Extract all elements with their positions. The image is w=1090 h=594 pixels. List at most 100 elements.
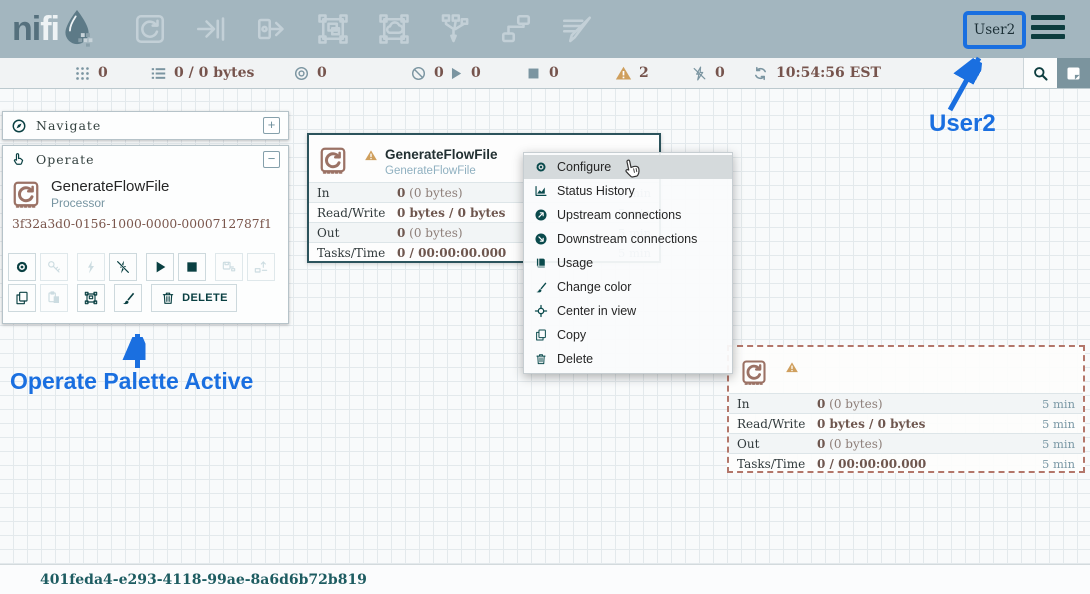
stopped-icon xyxy=(525,65,542,82)
user2-annotation-arrow xyxy=(940,48,990,114)
hand-icon xyxy=(11,152,27,168)
template-component-button[interactable] xyxy=(498,11,534,47)
palette-paste-button xyxy=(40,284,68,312)
status-item-stopped: 0 xyxy=(525,58,559,88)
processor-type: GenerateFlowFile xyxy=(385,165,476,177)
user2-annotation: User2 xyxy=(929,110,996,138)
logo-text-fi: fi xyxy=(40,8,59,50)
funnel-component-button[interactable] xyxy=(437,11,473,47)
active-threads-icon xyxy=(74,65,91,82)
menu-item-usage[interactable]: Usage xyxy=(524,251,732,275)
current-user-button[interactable]: User2 xyxy=(963,11,1026,49)
menu-item-downstream-connections[interactable]: Downstream connections xyxy=(524,227,732,251)
logo-text-ni: ni xyxy=(12,8,40,50)
processor-ghost[interactable]: In0 (0 bytes)5 min Read/Write0 bytes / 0 … xyxy=(727,345,1085,473)
status-item-running: 0 xyxy=(447,58,481,88)
input-port-component-button[interactable] xyxy=(193,11,229,47)
paste-icon xyxy=(46,290,62,306)
processor-stamp-icon xyxy=(318,145,348,175)
menu-item-label: Upstream connections xyxy=(557,208,681,222)
warning-icon xyxy=(785,361,799,374)
stat-label: Tasks/Time xyxy=(309,246,397,260)
stat-label: Out xyxy=(729,437,817,451)
navigate-expand-button[interactable]: + xyxy=(263,117,280,134)
operate-collapse-button[interactable]: − xyxy=(263,151,280,168)
stat-label: In xyxy=(729,397,817,411)
palette-delete-button[interactable]: DELETE xyxy=(151,284,237,312)
chart-icon xyxy=(534,184,548,198)
status-value: 0 xyxy=(549,65,559,81)
queued-icon xyxy=(150,65,167,82)
breadcrumb[interactable]: 401feda4-e293-4118-99ae-8a6d6b72b819 xyxy=(40,572,367,588)
menu-item-change-color[interactable]: Change color xyxy=(524,275,732,299)
palette-stop-button[interactable] xyxy=(178,253,206,281)
bulletin-board-button[interactable] xyxy=(1057,58,1090,88)
trash-icon xyxy=(160,290,176,306)
search-button[interactable] xyxy=(1023,58,1057,88)
not-transmitting-icon xyxy=(410,65,427,82)
output-port-component-button[interactable] xyxy=(254,11,290,47)
play-icon xyxy=(152,259,168,275)
palette-copy-button[interactable] xyxy=(8,284,36,312)
status-bar: 00 / 0 bytes00002010:54:56 EST xyxy=(0,58,1090,89)
current-user-label: User2 xyxy=(974,22,1015,38)
navigate-panel: Navigate + xyxy=(2,111,289,140)
palette-play-button[interactable] xyxy=(146,253,174,281)
status-value: 0 / 0 bytes xyxy=(174,65,254,81)
brush-icon xyxy=(120,290,136,306)
operate-panel: Operate − GenerateFlowFile Processor 3f3… xyxy=(2,145,289,324)
palette-group-button[interactable] xyxy=(77,284,105,312)
copy-icon xyxy=(14,290,30,306)
stat-label: Out xyxy=(309,226,397,240)
nifi-application: nifi User2 00 / 0 bytes00002010:54:56 ES… xyxy=(0,0,1090,594)
process-group-component-button[interactable] xyxy=(315,11,351,47)
menu-item-label: Copy xyxy=(557,328,586,342)
cursor-hand-icon xyxy=(620,155,646,181)
remote-process-group-component-button[interactable] xyxy=(376,11,412,47)
transmitting-icon xyxy=(293,65,310,82)
menu-item-center-in-view[interactable]: Center in view xyxy=(524,299,732,323)
label-icon xyxy=(559,11,595,47)
warning-icon xyxy=(364,149,378,162)
status-value: 0 xyxy=(317,65,327,81)
downstream-icon xyxy=(534,232,548,246)
nifi-logo: nifi xyxy=(12,8,95,50)
input-port-icon xyxy=(193,11,229,47)
menu-item-label: Downstream connections xyxy=(557,232,697,246)
funnel-icon xyxy=(437,11,473,47)
operate-palette-annotation: Operate Palette Active xyxy=(10,368,253,395)
label-component-button[interactable] xyxy=(559,11,595,47)
menu-item-delete[interactable]: Delete xyxy=(524,347,732,371)
global-menu-icon[interactable] xyxy=(1031,15,1065,39)
selected-component-id: 3f32a3d0-0156-1000-0000-0000712787f1 xyxy=(3,217,288,231)
status-item-invalid: 0 xyxy=(691,58,725,88)
stat-label: Read/Write xyxy=(729,417,817,431)
component-toolbar xyxy=(132,11,595,47)
palette-save-template-button xyxy=(215,253,243,281)
palette-crossed-lightning-button[interactable] xyxy=(109,253,137,281)
remote-process-group-icon xyxy=(376,11,412,47)
stat-value: 0 bytes / 0 bytes xyxy=(817,417,1023,431)
palette-brush-button[interactable] xyxy=(114,284,142,312)
processor-stamp-icon xyxy=(11,179,41,209)
processor-component-button[interactable] xyxy=(132,11,168,47)
gear-icon xyxy=(534,160,548,174)
stat-label: Read/Write xyxy=(309,206,397,220)
menu-item-label: Delete xyxy=(557,352,593,366)
selected-component-type: Processor xyxy=(51,196,169,210)
stat-row-in: In0 (0 bytes)5 min xyxy=(729,393,1083,413)
stat-window: 5 min xyxy=(1023,437,1083,451)
menu-item-status-history[interactable]: Status History xyxy=(524,179,732,203)
palette-upload-template-button xyxy=(247,253,275,281)
note-icon xyxy=(1065,65,1082,82)
stat-row-out: Out0 (0 bytes)5 min xyxy=(729,433,1083,453)
menu-item-copy[interactable]: Copy xyxy=(524,323,732,347)
menu-item-upstream-connections[interactable]: Upstream connections xyxy=(524,203,732,227)
menu-item-label: Usage xyxy=(557,256,593,270)
status-item-warning: 2 xyxy=(615,58,649,88)
selected-component-name: GenerateFlowFile xyxy=(51,178,169,195)
center-icon xyxy=(534,304,548,318)
palette-gear-button[interactable] xyxy=(8,253,36,281)
warning-icon xyxy=(615,65,632,82)
status-item-not-transmitting: 0 xyxy=(410,58,444,88)
